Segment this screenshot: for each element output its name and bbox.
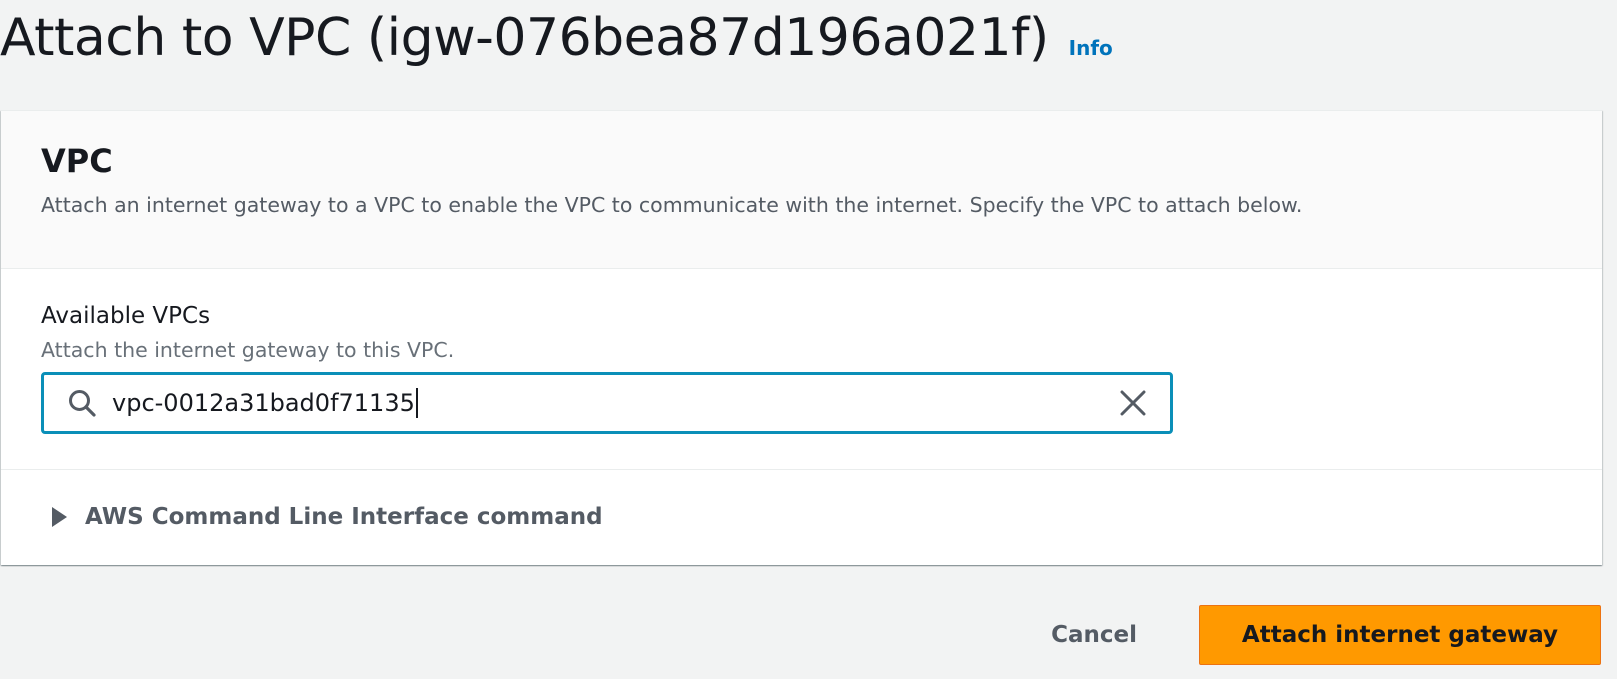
panel-description: Attach an internet gateway to a VPC to e… bbox=[41, 193, 1303, 217]
cli-command-expander[interactable]: AWS Command Line Interface command bbox=[1, 470, 1602, 564]
vpc-search-input[interactable]: vpc-0012a31bad0f71135 bbox=[41, 372, 1173, 434]
info-link[interactable]: Info bbox=[1069, 36, 1113, 60]
search-icon bbox=[64, 385, 100, 421]
available-vpcs-label: Available VPCs bbox=[41, 303, 211, 329]
close-icon[interactable] bbox=[1116, 386, 1150, 420]
vpc-panel: VPC Attach an internet gateway to a VPC … bbox=[1, 110, 1602, 565]
attach-internet-gateway-button[interactable]: Attach internet gateway bbox=[1199, 605, 1601, 665]
available-vpcs-description: Attach the internet gateway to this VPC. bbox=[41, 338, 455, 362]
panel-body: Available VPCs Attach the internet gatew… bbox=[1, 269, 1602, 470]
panel-header: VPC Attach an internet gateway to a VPC … bbox=[1, 111, 1602, 269]
page-header: Attach to VPC (igw-076bea87d196a021f) In… bbox=[0, 0, 1113, 80]
panel-title: VPC bbox=[41, 142, 113, 180]
cancel-button[interactable]: Cancel bbox=[1035, 605, 1153, 665]
cli-command-label: AWS Command Line Interface command bbox=[85, 504, 603, 530]
form-actions: Cancel Attach internet gateway bbox=[1035, 605, 1601, 665]
vpc-search-value[interactable]: vpc-0012a31bad0f71135 bbox=[112, 388, 418, 418]
page-title: Attach to VPC (igw-076bea87d196a021f) bbox=[0, 8, 1049, 68]
caret-right-icon bbox=[49, 506, 69, 528]
